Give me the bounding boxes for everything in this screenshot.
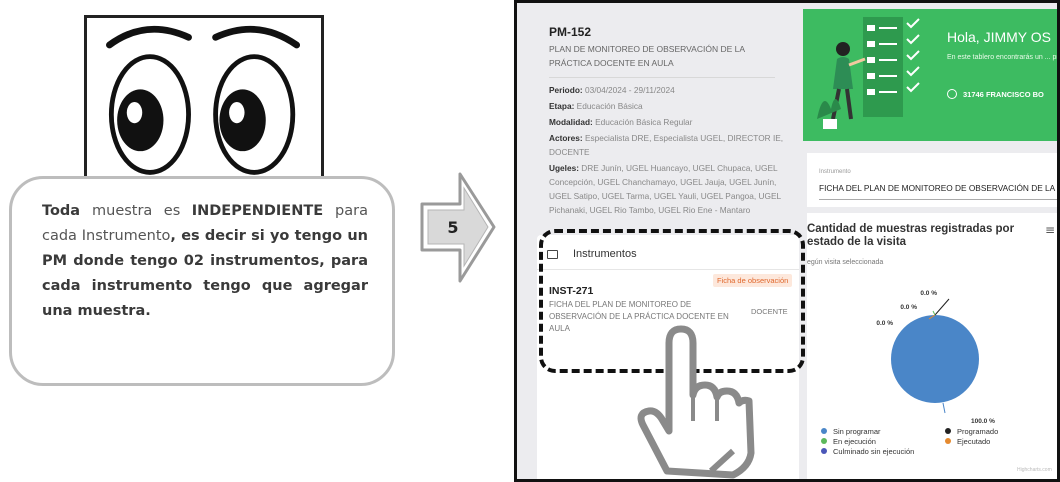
- plan-field-ugeles: Ugeles: DRE Junín, UGEL Huancayo, UGEL C…: [549, 163, 781, 215]
- instrument-select[interactable]: Instrumento FICHA DEL PLAN DE MONITOREO …: [807, 153, 1057, 207]
- legend-label: Culminado sin ejecución: [833, 447, 915, 456]
- check-circle-icon: [947, 89, 957, 99]
- legend-item[interactable]: Ejecutado: [945, 437, 990, 446]
- eyes-illustration: [84, 15, 324, 187]
- chart-credits: Highcharts.com: [1017, 467, 1052, 473]
- plan-field-etapa: Etapa: Educación Básica: [549, 101, 643, 111]
- data-label-connector: [934, 298, 950, 316]
- eyes-icon: [106, 25, 301, 175]
- chart-title: Cantidad de muestras registradas por est…: [807, 223, 1015, 248]
- pie-chart: 100.0 %0.0 %0.0 %0.0 %: [876, 290, 995, 423]
- callout-text-run: muestra es: [92, 203, 192, 219]
- chart-card: Cantidad de muestras registradas por est…: [807, 213, 1057, 479]
- divider: [549, 77, 775, 78]
- plan-field-modalidad: Modalidad: Educación Básica Regular: [549, 117, 693, 127]
- callout-text-run: INDEPENDIENTE: [191, 203, 336, 219]
- step-number: 5: [447, 218, 459, 237]
- legend-dot-icon: [821, 448, 827, 454]
- instrument-select-value[interactable]: FICHA DEL PLAN DE MONITOREO DE OBSERVACI…: [819, 183, 1055, 193]
- legend-label: Sin programar: [833, 427, 881, 436]
- legend-item[interactable]: Sin programar: [821, 427, 881, 436]
- select-underline: [819, 199, 1057, 200]
- legend-dot-icon: [821, 438, 827, 444]
- legend-label: Ejecutado: [957, 437, 991, 446]
- instrument-select-label: Instrumento: [819, 169, 851, 175]
- data-label: 100.0 %: [971, 418, 995, 423]
- legend-dot-icon: [945, 428, 951, 434]
- legend-dot-icon: [821, 428, 827, 434]
- legend-label: Programado: [957, 427, 999, 436]
- plan-field-periodo: Periodo: 03/04/2024 - 29/11/2024: [549, 85, 675, 95]
- welcome-banner: Hola, JIMMY OS En este tablero encontrar…: [803, 9, 1059, 141]
- legend-item[interactable]: Culminado sin ejecución: [821, 447, 914, 456]
- legend-dot-icon: [945, 438, 951, 444]
- speech-bubble: Toda muestra es INDEPENDIENTE para cada …: [9, 176, 395, 386]
- data-label-connector: [932, 310, 936, 316]
- chart-subtitle: egún visita seleccionada: [807, 259, 884, 266]
- app-screenshot: PM-152 PLAN DE MONITOREO DE OBSERVACIÓN …: [514, 0, 1060, 482]
- data-label: 0.0 %: [876, 320, 893, 327]
- legend-item[interactable]: Programado: [945, 427, 998, 436]
- checklist-illustration: [817, 17, 920, 129]
- plan-title: PLAN DE MONITOREO DE OBSERVACIÓN DE LA P…: [549, 44, 745, 68]
- user-badge: 31746 FRANCISCO BO: [947, 89, 1044, 99]
- pointing-hand-icon: [637, 325, 755, 479]
- banner-subtitle: En este tablero encontrarás un ... progr…: [947, 54, 1059, 61]
- legend-item[interactable]: En ejecución: [821, 437, 876, 446]
- greeting: Hola, JIMMY OS: [947, 29, 1051, 45]
- plan-field-actores: Actores: Especialista DRE, Especialista …: [549, 133, 784, 157]
- hamburger-menu-icon[interactable]: ≡: [1045, 223, 1055, 237]
- plan-code: PM-152: [549, 25, 592, 39]
- legend-label: En ejecución: [833, 437, 876, 446]
- pie-slice[interactable]: [891, 315, 979, 403]
- callout-text: Toda muestra es INDEPENDIENTE para cada …: [42, 199, 368, 324]
- data-label: 0.0 %: [900, 304, 917, 311]
- plan-card: PM-152 PLAN DE MONITOREO DE OBSERVACIÓN …: [533, 13, 799, 235]
- data-label: 0.0 %: [920, 290, 937, 297]
- callout-text-run: Toda: [42, 203, 92, 219]
- data-label-connector: [942, 402, 946, 414]
